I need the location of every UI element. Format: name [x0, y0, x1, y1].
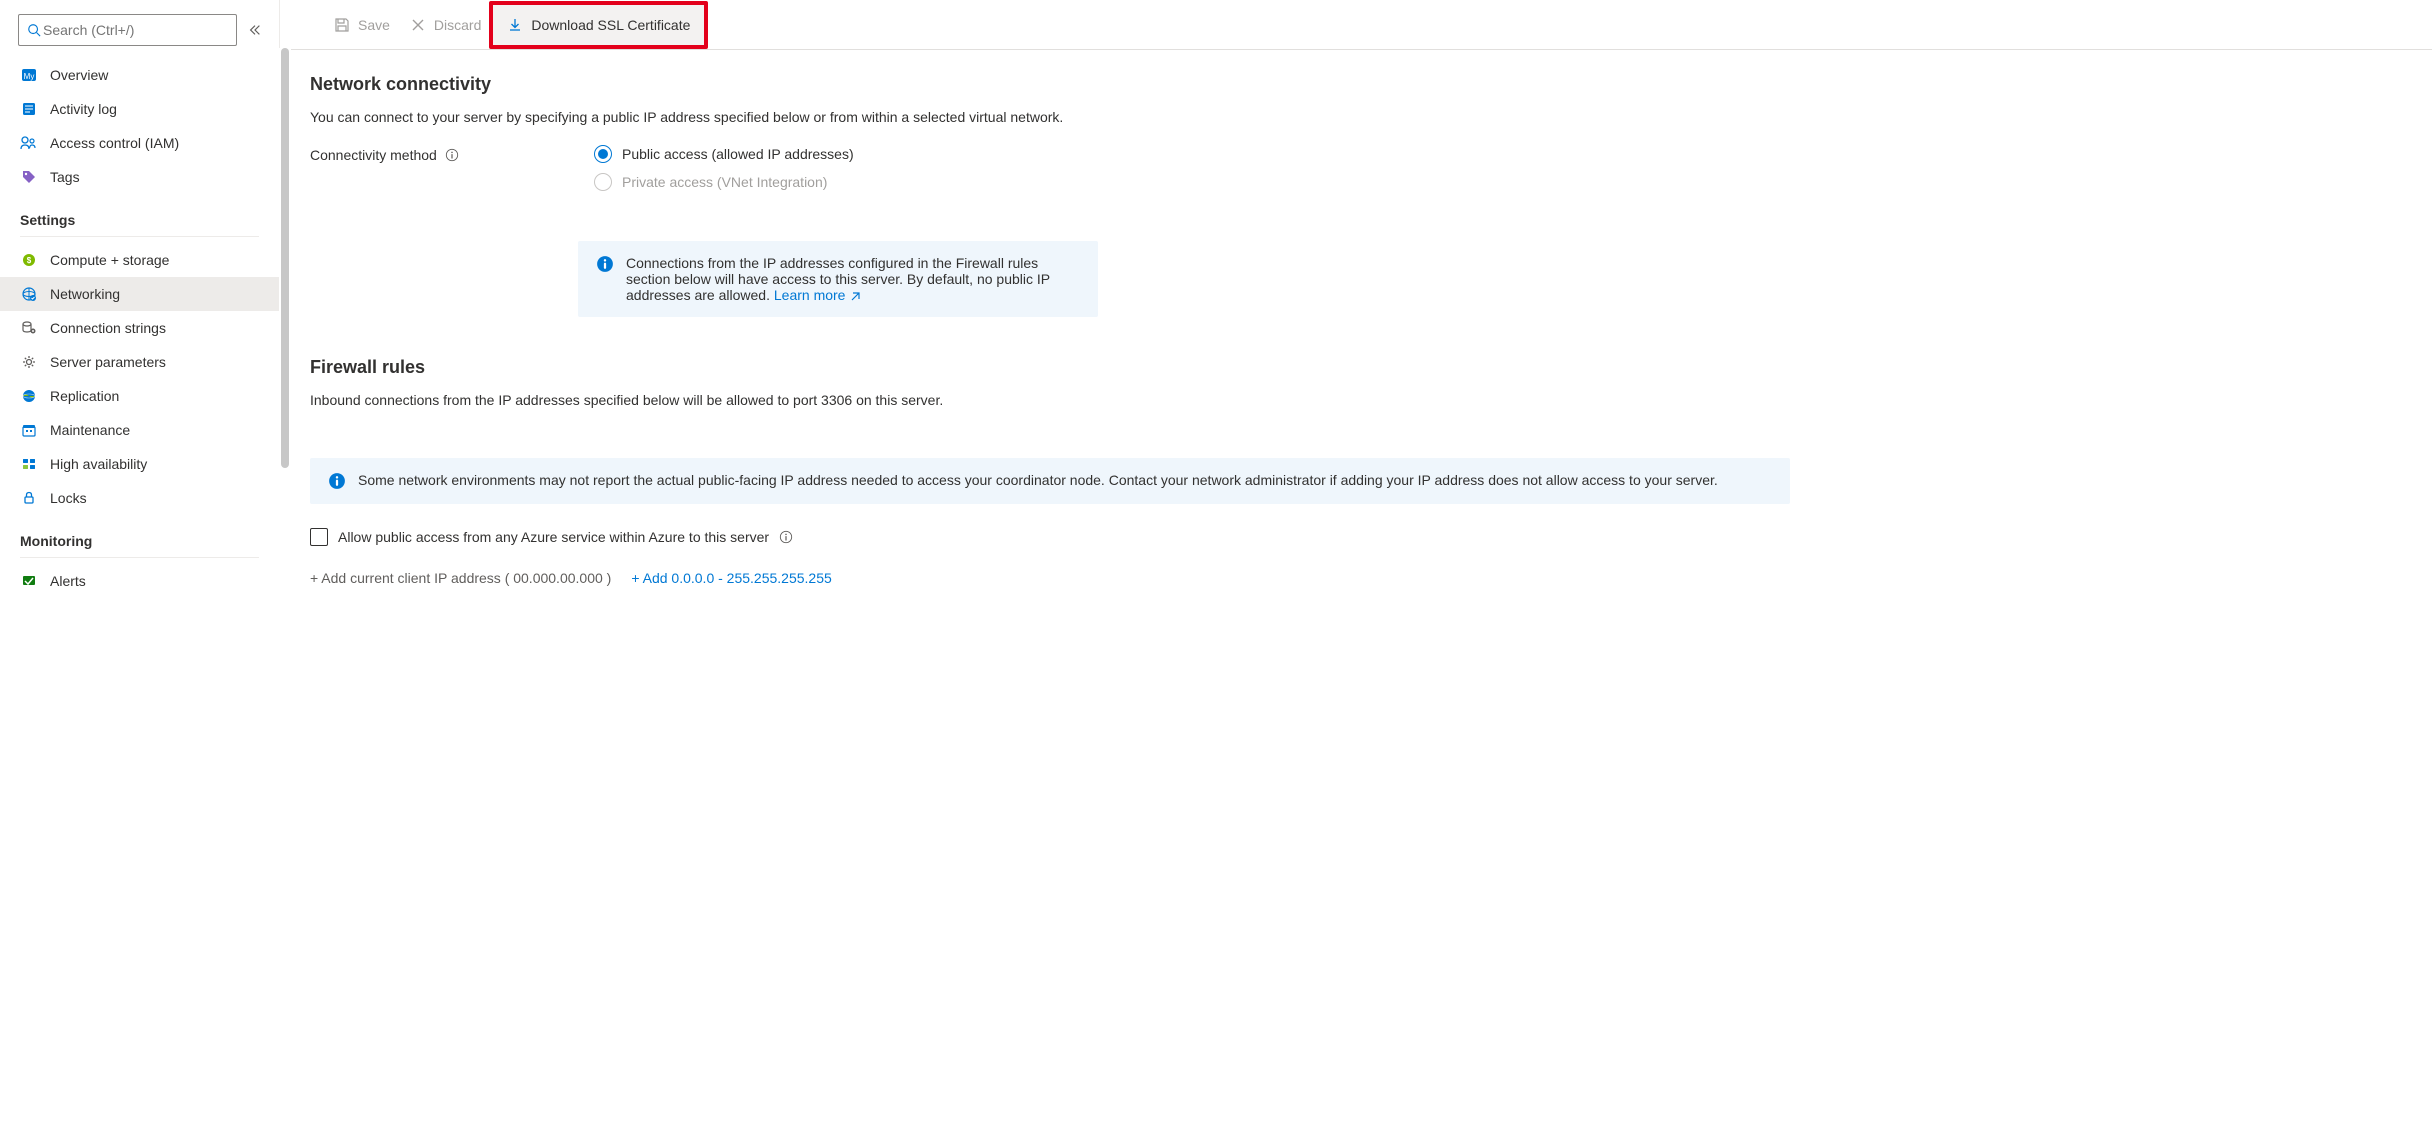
sidebar-item-activity-log[interactable]: Activity log	[0, 92, 279, 126]
info-icon[interactable]	[445, 148, 459, 162]
sidebar-item-label: Alerts	[50, 573, 86, 589]
compute-storage-icon: $	[20, 251, 38, 269]
sidebar-item-locks[interactable]: Locks	[0, 481, 279, 515]
network-environment-info-banner: Some network environments may not report…	[310, 458, 1790, 504]
svg-text:My: My	[24, 72, 35, 81]
sidebar-item-label: Networking	[50, 286, 120, 302]
sidebar-item-maintenance[interactable]: Maintenance	[0, 413, 279, 447]
search-input-wrapper[interactable]	[18, 14, 237, 46]
firewall-rules-description: Inbound connections from the IP addresse…	[310, 392, 1790, 408]
lock-icon	[20, 489, 38, 507]
mysql-icon: My	[20, 66, 38, 84]
sidebar-item-alerts[interactable]: Alerts	[0, 564, 279, 598]
download-icon	[507, 17, 523, 33]
sidebar-item-label: Maintenance	[50, 422, 130, 438]
gear-icon	[20, 353, 38, 371]
sidebar-item-label: High availability	[50, 456, 147, 472]
radio-public-access[interactable]: Public access (allowed IP addresses)	[594, 145, 854, 163]
save-icon	[334, 17, 350, 33]
close-icon	[410, 17, 426, 33]
nav-section-monitoring-title: Monitoring	[0, 521, 279, 553]
add-current-client-ip[interactable]: + Add current client IP address ( 00.000…	[310, 570, 611, 586]
sidebar: My Overview Activity log Access control …	[0, 0, 280, 1146]
sidebar-item-label: Replication	[50, 388, 119, 404]
firewall-info-banner: Connections from the IP addresses config…	[578, 241, 1098, 317]
nav-monitoring: Alerts	[0, 558, 279, 604]
main-panel: Save Discard Download SSL Certificate Ne…	[280, 0, 2432, 1146]
save-button[interactable]: Save	[324, 11, 400, 39]
nav-settings: $ Compute + storage Networking Connectio…	[0, 237, 279, 521]
download-ssl-highlight: Download SSL Certificate	[489, 1, 708, 49]
sidebar-item-high-availability[interactable]: High availability	[0, 447, 279, 481]
sidebar-item-replication[interactable]: Replication	[0, 379, 279, 413]
sidebar-scrollbar[interactable]	[279, 48, 291, 1146]
add-ip-range-link[interactable]: + Add 0.0.0.0 - 255.255.255.255	[631, 570, 831, 586]
search-input[interactable]	[41, 21, 228, 39]
info-text: Some network environments may not report…	[358, 472, 1718, 488]
external-link-icon	[849, 291, 861, 303]
learn-more-link[interactable]: Learn more	[774, 287, 861, 303]
tag-icon	[20, 168, 38, 186]
sidebar-item-label: Tags	[50, 169, 80, 185]
save-button-label: Save	[358, 17, 390, 33]
info-text: Connections from the IP addresses config…	[626, 255, 1080, 303]
globe-icon	[20, 387, 38, 405]
sidebar-item-label: Connection strings	[50, 320, 166, 336]
download-ssl-button-label: Download SSL Certificate	[531, 17, 690, 33]
firewall-rules-heading: Firewall rules	[310, 357, 1790, 378]
network-connectivity-heading: Network connectivity	[310, 74, 1790, 95]
discard-button[interactable]: Discard	[400, 11, 491, 39]
toolbar: Save Discard Download SSL Certificate	[280, 0, 2432, 50]
sidebar-item-label: Locks	[50, 490, 87, 506]
alerts-icon	[20, 572, 38, 590]
connectivity-method-label: Connectivity method	[310, 145, 594, 163]
network-connectivity-description: You can connect to your server by specif…	[310, 109, 1790, 125]
sidebar-item-label: Overview	[50, 67, 108, 83]
sidebar-item-tags[interactable]: Tags	[0, 160, 279, 194]
activity-log-icon	[20, 100, 38, 118]
chevron-double-left-icon	[248, 23, 262, 37]
sidebar-item-label: Server parameters	[50, 354, 166, 370]
sidebar-item-networking[interactable]: Networking	[0, 277, 279, 311]
sidebar-item-access-control[interactable]: Access control (IAM)	[0, 126, 279, 160]
search-icon	[27, 23, 41, 37]
info-icon	[596, 255, 614, 273]
allow-public-access-checkbox[interactable]	[310, 528, 328, 546]
nav-general: My Overview Activity log Access control …	[0, 52, 279, 200]
sidebar-collapse-button[interactable]	[245, 20, 265, 40]
sidebar-item-overview[interactable]: My Overview	[0, 58, 279, 92]
sidebar-item-label: Access control (IAM)	[50, 135, 179, 151]
connection-strings-icon	[20, 319, 38, 337]
people-icon	[20, 134, 38, 152]
radio-label: Public access (allowed IP addresses)	[622, 146, 854, 162]
high-availability-icon	[20, 455, 38, 473]
radio-private-access: Private access (VNet Integration)	[594, 173, 854, 191]
info-icon	[328, 472, 346, 490]
sidebar-item-connection-strings[interactable]: Connection strings	[0, 311, 279, 345]
download-ssl-button[interactable]: Download SSL Certificate	[493, 5, 704, 45]
radio-label: Private access (VNet Integration)	[622, 174, 827, 190]
discard-button-label: Discard	[434, 17, 481, 33]
info-icon[interactable]	[779, 530, 793, 544]
networking-icon	[20, 285, 38, 303]
sidebar-item-label: Activity log	[50, 101, 117, 117]
svg-text:$: $	[27, 256, 32, 265]
sidebar-item-compute-storage[interactable]: $ Compute + storage	[0, 243, 279, 277]
sidebar-item-label: Compute + storage	[50, 252, 169, 268]
sidebar-item-server-parameters[interactable]: Server parameters	[0, 345, 279, 379]
nav-section-settings-title: Settings	[0, 200, 279, 232]
allow-public-access-label: Allow public access from any Azure servi…	[338, 529, 769, 545]
maintenance-icon	[20, 421, 38, 439]
